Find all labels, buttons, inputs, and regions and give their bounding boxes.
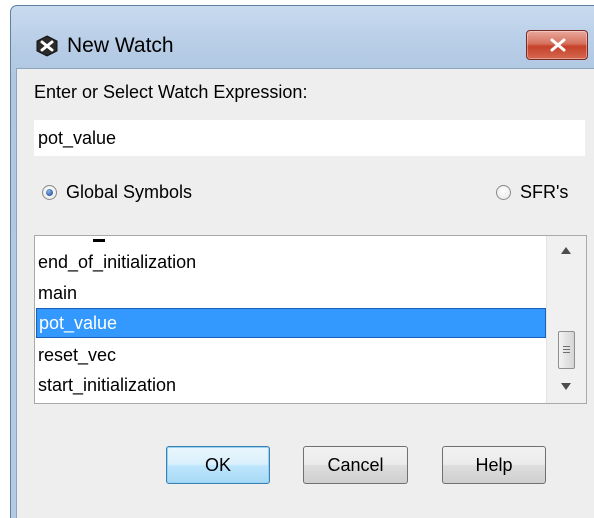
close-x-icon: [550, 38, 566, 52]
expression-prompt-label: Enter or Select Watch Expression:: [34, 82, 308, 102]
scroll-down-button[interactable]: [547, 376, 586, 398]
symbol-list[interactable]: end_of_initialization main pot_value res…: [34, 235, 587, 404]
grip-line: [563, 349, 570, 350]
grip-line: [563, 352, 570, 353]
list-item-selected[interactable]: pot_value: [36, 308, 546, 338]
list-item[interactable]: end_of_initialization: [36, 247, 546, 277]
list-item[interactable]: reset_vec: [36, 340, 546, 370]
close-button[interactable]: [526, 30, 588, 60]
list-item[interactable]: start_initialization: [36, 370, 546, 400]
new-watch-dialog: New Watch Enter or Select Watch Expressi…: [0, 0, 594, 518]
dialog-body: Enter or Select Watch Expression: Global…: [16, 68, 594, 518]
help-button[interactable]: Help: [442, 446, 546, 484]
arrow-up-icon: [561, 247, 571, 254]
title-bar[interactable]: New Watch: [11, 6, 594, 74]
arrow-down-icon: [561, 383, 571, 390]
radio-global-symbols-label: Global Symbols: [66, 182, 193, 202]
ok-button[interactable]: OK: [166, 446, 270, 484]
cancel-button[interactable]: Cancel: [303, 446, 408, 484]
radio-global-symbols[interactable]: Global Symbols: [42, 182, 192, 203]
partial-list-item: [93, 239, 105, 242]
watch-app-icon: [35, 35, 59, 57]
watch-expression-input[interactable]: [34, 120, 585, 156]
list-item[interactable]: main: [36, 278, 546, 308]
window-title: New Watch: [67, 34, 174, 57]
grip-line: [563, 346, 570, 347]
radio-sfrs[interactable]: SFR's: [496, 182, 568, 203]
scroll-up-button[interactable]: [547, 240, 586, 262]
list-scrollbar[interactable]: [546, 236, 586, 403]
radio-sfrs-label: SFR's: [520, 182, 569, 202]
radio-button-unchecked[interactable]: [496, 185, 511, 200]
radio-button-checked[interactable]: [42, 185, 57, 200]
symbol-list-items: end_of_initialization main pot_value res…: [35, 236, 547, 403]
scroll-thumb[interactable]: [558, 331, 575, 369]
